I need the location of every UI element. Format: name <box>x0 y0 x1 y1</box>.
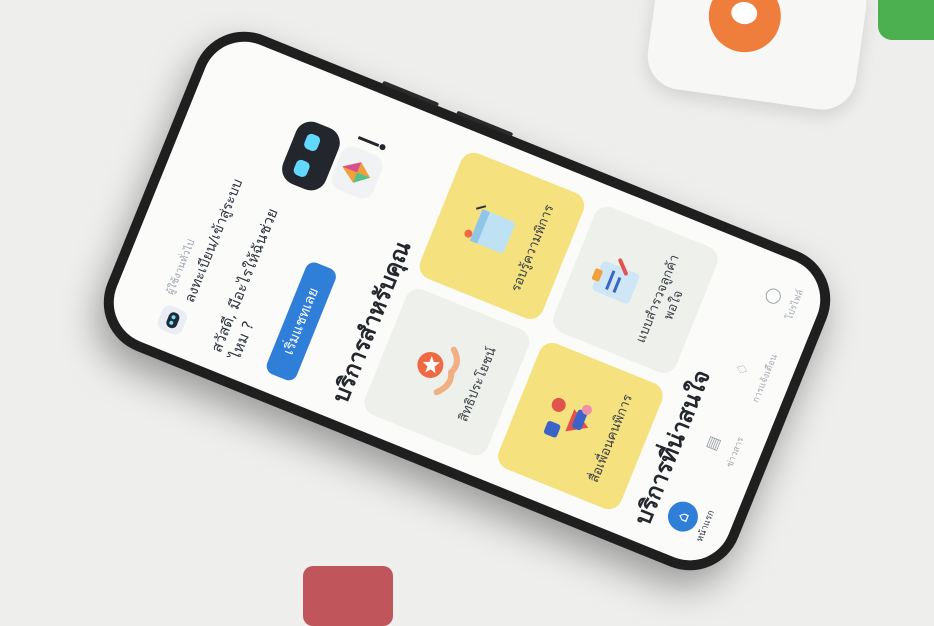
background-toy <box>643 0 871 114</box>
phone-device: ผู้ใช้งานทั่วไป ลงทะเบียน/เข้าสู่ระบบ สว… <box>88 16 846 586</box>
document-icon <box>463 205 515 254</box>
background-green-object <box>878 0 934 40</box>
nav-notifications[interactable]: ♢ การแจ้งเตือน <box>717 334 784 411</box>
phone-screen: ผู้ใช้งานทั่วไป ลงทะเบียน/เข้าสู่ระบบ สว… <box>101 29 833 573</box>
toy-face-icon <box>704 0 786 57</box>
nav-home[interactable]: ⌂ หน้าแรก <box>657 482 724 559</box>
benefits-icon <box>416 346 460 396</box>
background-red-object <box>303 566 393 626</box>
nav-news[interactable]: ▤ ข่าวสาร <box>687 408 754 485</box>
bot-avatar-icon <box>155 303 190 337</box>
tile-survey-label: แบบสำรวจลูกค้าพอใจ <box>633 252 687 346</box>
survey-icon <box>591 258 640 305</box>
media-icon <box>543 398 592 438</box>
nav-profile[interactable]: ◯ โปรไฟล์ <box>746 260 813 337</box>
